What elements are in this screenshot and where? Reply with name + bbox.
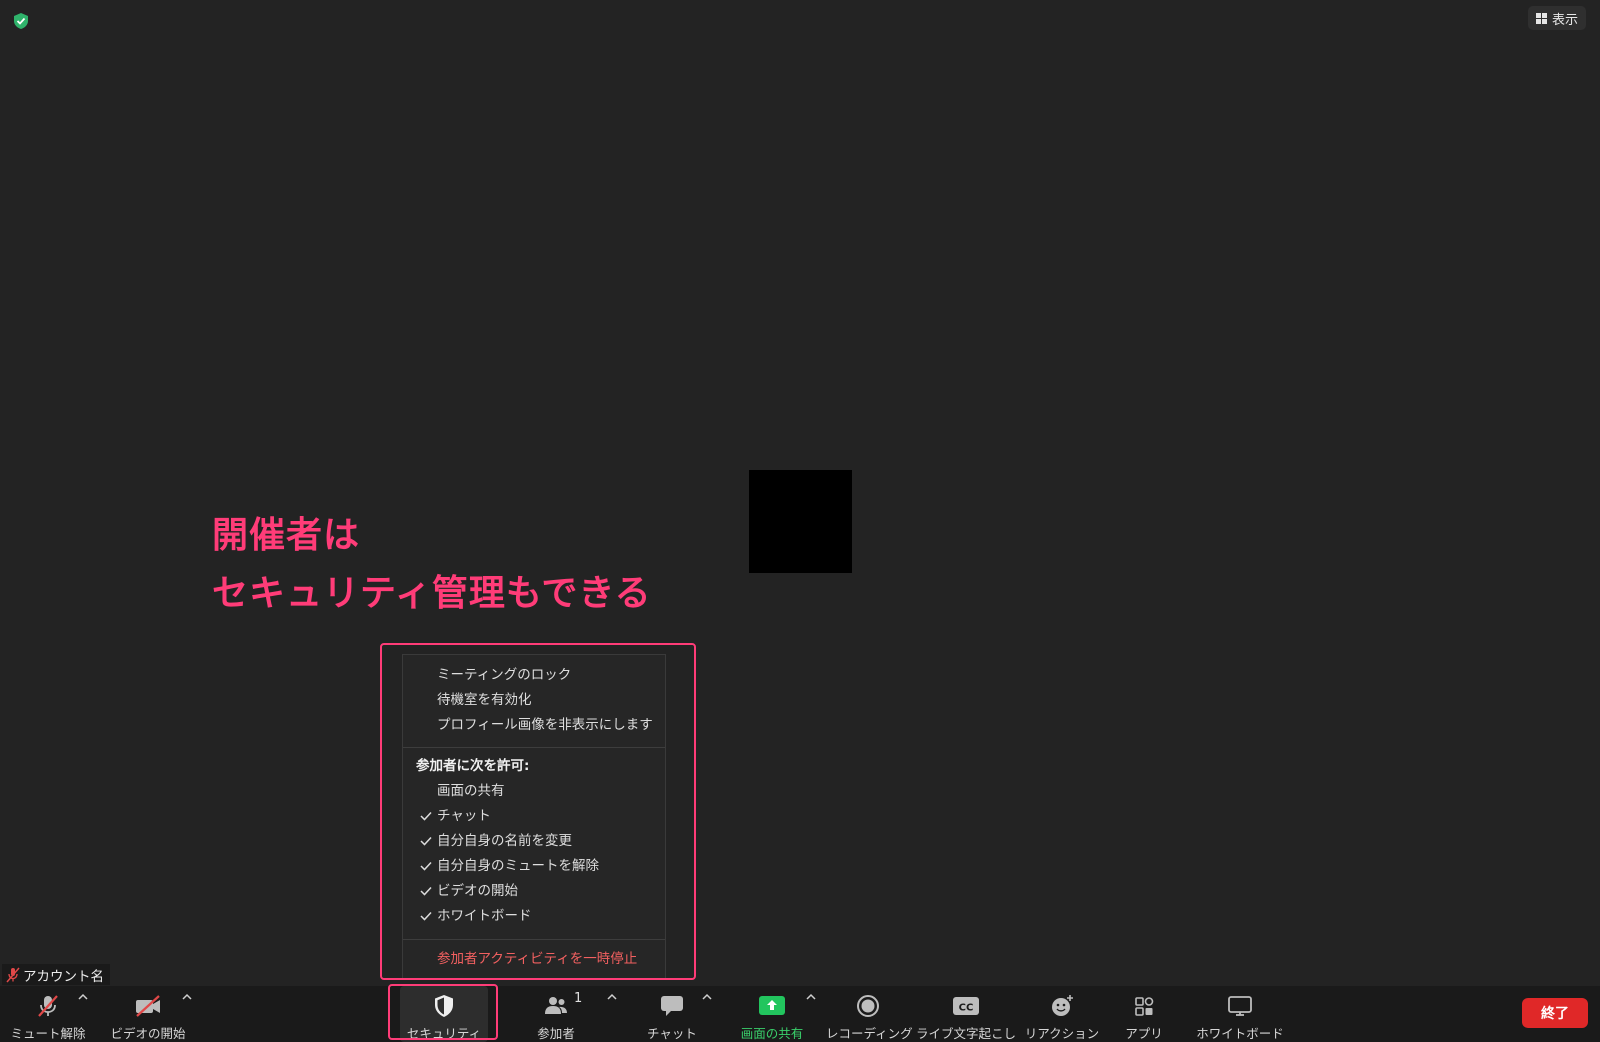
view-button-label: 表示 bbox=[1551, 12, 1578, 28]
whiteboard-button[interactable]: ホワイトボード bbox=[1190, 986, 1290, 1042]
encryption-shield-icon[interactable] bbox=[12, 12, 30, 30]
annotation-line-2: セキュリティ管理もできる bbox=[212, 573, 652, 614]
participants-count: 1 bbox=[574, 991, 583, 1006]
live-transcript-label: ライブ文字起こし bbox=[916, 1026, 1017, 1041]
reaction-smiley-icon bbox=[1052, 995, 1073, 1016]
participants-icon bbox=[545, 997, 567, 1014]
reactions-button[interactable]: リアクション bbox=[1020, 986, 1104, 1042]
account-name: アカウント名 bbox=[23, 968, 104, 985]
view-button[interactable]: 表示 bbox=[1527, 6, 1586, 30]
start-video-label: ビデオの開始 bbox=[110, 1026, 186, 1041]
participants-label: 参加者 bbox=[537, 1026, 575, 1041]
muted-microphone-icon bbox=[38, 995, 58, 1017]
apps-button[interactable]: アプリ bbox=[1112, 986, 1176, 1042]
grid-icon bbox=[1535, 12, 1547, 24]
video-tile bbox=[749, 470, 852, 573]
chevron-up-icon[interactable] bbox=[76, 990, 90, 1004]
account-name-tag: アカウント名 bbox=[2, 964, 110, 985]
recording-label: レコーディング bbox=[826, 1026, 913, 1041]
chevron-up-icon[interactable] bbox=[804, 990, 818, 1004]
whiteboard-label: ホワイトボード bbox=[1196, 1026, 1284, 1041]
share-screen-button[interactable]: 画面の共有 bbox=[730, 986, 814, 1042]
chevron-up-icon[interactable] bbox=[180, 990, 194, 1004]
recording-button[interactable]: レコーディング bbox=[826, 986, 913, 1042]
meeting-toolbar: ミュート解除 ビデオの開始 セキュリティ 1 参加者 チャット 画面の共有 レコ… bbox=[0, 986, 1600, 1042]
whiteboard-icon bbox=[1228, 996, 1252, 1016]
chat-label: チャット bbox=[647, 1026, 697, 1041]
end-meeting-button[interactable]: 終了 bbox=[1522, 998, 1588, 1028]
video-off-icon bbox=[136, 995, 160, 1017]
annotation-text: 開催者は セキュリティ管理もできる bbox=[212, 507, 652, 623]
annotation-line-1: 開催者は bbox=[212, 515, 361, 556]
participants-button[interactable]: 1 参加者 bbox=[516, 986, 596, 1042]
chevron-up-icon[interactable] bbox=[700, 990, 714, 1004]
share-screen-icon bbox=[759, 996, 785, 1015]
live-transcript-button[interactable]: CC ライブ文字起こし bbox=[916, 986, 1016, 1042]
share-screen-label: 画面の共有 bbox=[740, 1026, 804, 1041]
muted-mic-icon bbox=[6, 967, 20, 982]
reactions-label: リアクション bbox=[1024, 1026, 1100, 1041]
apps-icon bbox=[1135, 997, 1154, 1016]
closed-caption-icon: CC bbox=[953, 997, 979, 1015]
chevron-up-icon[interactable] bbox=[605, 990, 619, 1004]
chat-bubble-icon bbox=[661, 996, 683, 1016]
start-video-button[interactable]: ビデオの開始 bbox=[108, 986, 188, 1042]
svg-text:CC: CC bbox=[959, 1003, 974, 1014]
apps-label: アプリ bbox=[1125, 1026, 1163, 1041]
highlight-box-security-button bbox=[388, 984, 498, 1040]
unmute-label: ミュート解除 bbox=[10, 1026, 86, 1041]
record-icon bbox=[857, 995, 879, 1017]
highlight-box-menu bbox=[380, 643, 696, 980]
